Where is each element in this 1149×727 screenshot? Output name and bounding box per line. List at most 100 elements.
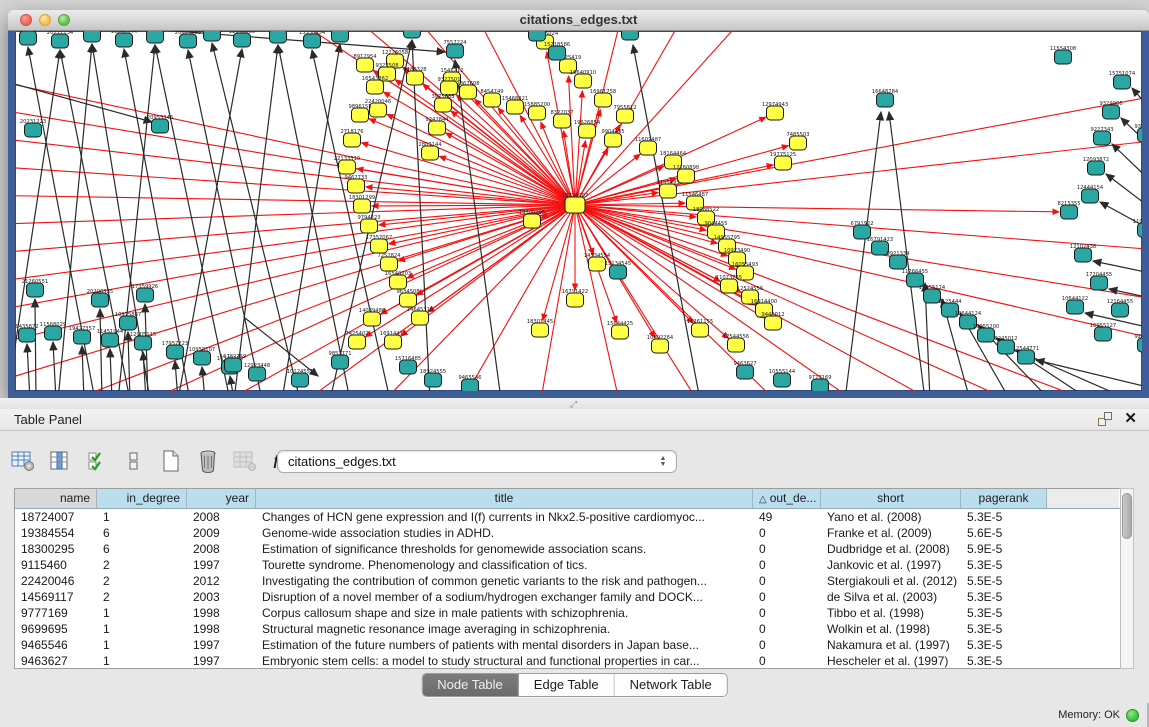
graph-node-teal-9245013[interactable] (1138, 338, 1143, 352)
graph-node-yellow-9904435[interactable] (605, 133, 622, 147)
graph-node-yellow-7485503[interactable] (790, 136, 807, 150)
graph-node-teal-10555144[interactable] (774, 373, 791, 387)
citation-edge-black[interactable] (82, 346, 84, 391)
citation-edge-red[interactable] (399, 205, 575, 261)
cell-name-0[interactable]: 18724007 (15, 509, 97, 525)
graph-node-teal-10644122[interactable] (1067, 300, 1084, 314)
cell-year-3[interactable]: 1997 (187, 557, 256, 573)
citation-edge-black[interactable] (230, 376, 234, 391)
graph-node-teal-19884597[interactable] (20, 31, 37, 45)
graph-node-teal-16648784[interactable] (877, 93, 894, 107)
graph-node-teal-9463627[interactable] (737, 365, 754, 379)
citation-edge-red[interactable] (389, 205, 575, 244)
graph-node-yellow-12544556[interactable] (728, 338, 745, 352)
graph-node-teal-11554308[interactable] (1055, 50, 1072, 64)
cell-name-7[interactable]: 9699695 (15, 621, 97, 637)
graph-node-yellow-9634508[interactable] (400, 293, 417, 307)
graph-node-teal-15338554[interactable] (304, 34, 321, 48)
cell-title-2[interactable]: Estimation of significance thresholds fo… (256, 541, 753, 557)
table-row[interactable]: 911546021997Tourette syndrome. Phenomeno… (15, 557, 1133, 573)
graph-node-yellow-9327501[interactable] (441, 81, 458, 95)
close-panel-icon[interactable]: ✕ (1124, 412, 1137, 426)
graph-node-teal-12610655[interactable] (234, 33, 251, 47)
citation-edge-black[interactable] (282, 44, 340, 391)
graph-node-yellow-15644425[interactable] (612, 325, 629, 339)
cell-short-1[interactable]: Franke et al. (2009) (821, 525, 961, 541)
graph-node-teal-12107438[interactable] (1075, 248, 1092, 262)
cell-out_degree-3[interactable]: 0 (753, 557, 821, 573)
cell-_filler-2[interactable] (1047, 541, 1119, 557)
citation-edge-red[interactable] (369, 119, 575, 205)
table-scrollbar-thumb[interactable] (1122, 493, 1132, 539)
citation-edge-black[interactable] (1132, 88, 1142, 120)
cell-_filler-1[interactable] (1047, 525, 1119, 541)
graph-node-yellow-7252824[interactable] (381, 257, 398, 271)
cell-year-0[interactable]: 2008 (187, 509, 256, 525)
graph-node-yellow-10892264[interactable] (652, 339, 669, 353)
table-row[interactable]: 1456911722003Disruption of a novel membe… (15, 589, 1133, 605)
graph-node-yellow-16543862[interactable] (367, 80, 384, 94)
graph-node-yellow-16914479[interactable] (385, 335, 402, 349)
column-visibility-icon[interactable] (47, 448, 73, 474)
close-window-button[interactable] (20, 14, 32, 26)
graph-node-teal-15134545[interactable] (610, 265, 627, 279)
cell-title-1[interactable]: Genome-wide association studies in ADHD. (256, 525, 753, 541)
add-column-icon[interactable] (121, 448, 147, 474)
graph-node-teal-20206535[interactable] (92, 293, 109, 307)
network-canvas[interactable]: 1830029589129541222605893275088186328165… (15, 31, 1142, 391)
float-panel-icon[interactable] (1098, 412, 1112, 426)
graph-node-yellow-19775125[interactable] (775, 156, 792, 170)
cell-_filler-4[interactable] (1047, 573, 1119, 589)
cell-short-0[interactable]: Yano et al. (2008) (821, 509, 961, 525)
cell-name-5[interactable]: 14569117 (15, 589, 97, 605)
cell-pagerank-2[interactable]: 5.9E-5 (961, 541, 1047, 557)
cell-_filler-7[interactable] (1047, 621, 1119, 637)
tab-node-table[interactable]: Node Table (422, 674, 519, 696)
citation-edge-black[interactable] (110, 349, 112, 391)
cell-_filler-8[interactable] (1047, 637, 1119, 653)
cell-short-8[interactable]: Nakamura et al. (1997) (821, 637, 961, 653)
graph-node-teal-17204455[interactable] (1091, 276, 1108, 290)
graph-node-teal-9857771[interactable] (332, 355, 349, 369)
graph-node-teal-20231223[interactable] (25, 123, 42, 137)
table-row[interactable]: 977716911998Corpus callosum shape and si… (15, 605, 1133, 621)
table-select-dropdown[interactable]: citations_edges.txt ▲▼ (277, 450, 677, 473)
cell-in_degree-5[interactable]: 2 (97, 589, 187, 605)
cell-short-9[interactable]: Hescheler et al. (1997) (821, 653, 961, 669)
memory-ok-indicator[interactable] (1126, 709, 1139, 722)
cell-in_degree-0[interactable]: 1 (97, 509, 187, 525)
cell-short-3[interactable]: Jankovic et al. (1997) (821, 557, 961, 573)
citation-edge-red[interactable] (15, 165, 575, 205)
graph-node-teal-20211134[interactable] (52, 34, 69, 48)
graph-node-teal-12164455[interactable] (1112, 303, 1129, 317)
cell-name-2[interactable]: 18300295 (15, 541, 97, 557)
graph-node-yellow-9155493[interactable] (660, 184, 677, 198)
citation-edge-black[interactable] (175, 361, 178, 391)
cell-name-6[interactable]: 9777169 (15, 605, 97, 621)
column-header-title[interactable]: title (256, 489, 753, 508)
graph-node-yellow-18301299[interactable] (354, 199, 371, 213)
cell-short-7[interactable]: Wolkin et al. (1998) (821, 621, 961, 637)
cell-out_degree-7[interactable]: 0 (753, 621, 821, 637)
graph-node-teal-12923448[interactable] (249, 367, 266, 381)
new-table-icon[interactable] (158, 448, 184, 474)
graph-node-yellow-7955812[interactable] (617, 109, 634, 123)
citation-edge-red[interactable] (15, 195, 575, 205)
graph-node-yellow-7425402[interactable] (349, 335, 366, 349)
graph-node-teal-18924555[interactable] (425, 373, 442, 387)
graph-node-yellow-9242844[interactable] (429, 121, 446, 135)
graph-node-teal-15716485[interactable] (400, 360, 417, 374)
column-header-in_degree[interactable]: in_degree (97, 489, 187, 508)
cell-_filler-6[interactable] (1047, 605, 1119, 621)
graph-node-yellow-8186328[interactable] (407, 71, 424, 85)
cell-out_degree-4[interactable]: 0 (753, 573, 821, 589)
graph-node-teal-16477510[interactable] (332, 31, 349, 42)
graph-node-yellow-8912954[interactable] (357, 58, 374, 72)
table-row[interactable]: 946554611997Estimation of the future num… (15, 637, 1133, 653)
cell-name-9[interactable]: 9463627 (15, 653, 97, 669)
cell-title-7[interactable]: Structural magnetic resonance image aver… (256, 621, 753, 637)
citation-edge-black[interactable] (53, 342, 56, 391)
citation-edge-black[interactable] (1112, 144, 1142, 190)
cell-year-5[interactable]: 2003 (187, 589, 256, 605)
cell-name-4[interactable]: 22420046 (15, 573, 97, 589)
